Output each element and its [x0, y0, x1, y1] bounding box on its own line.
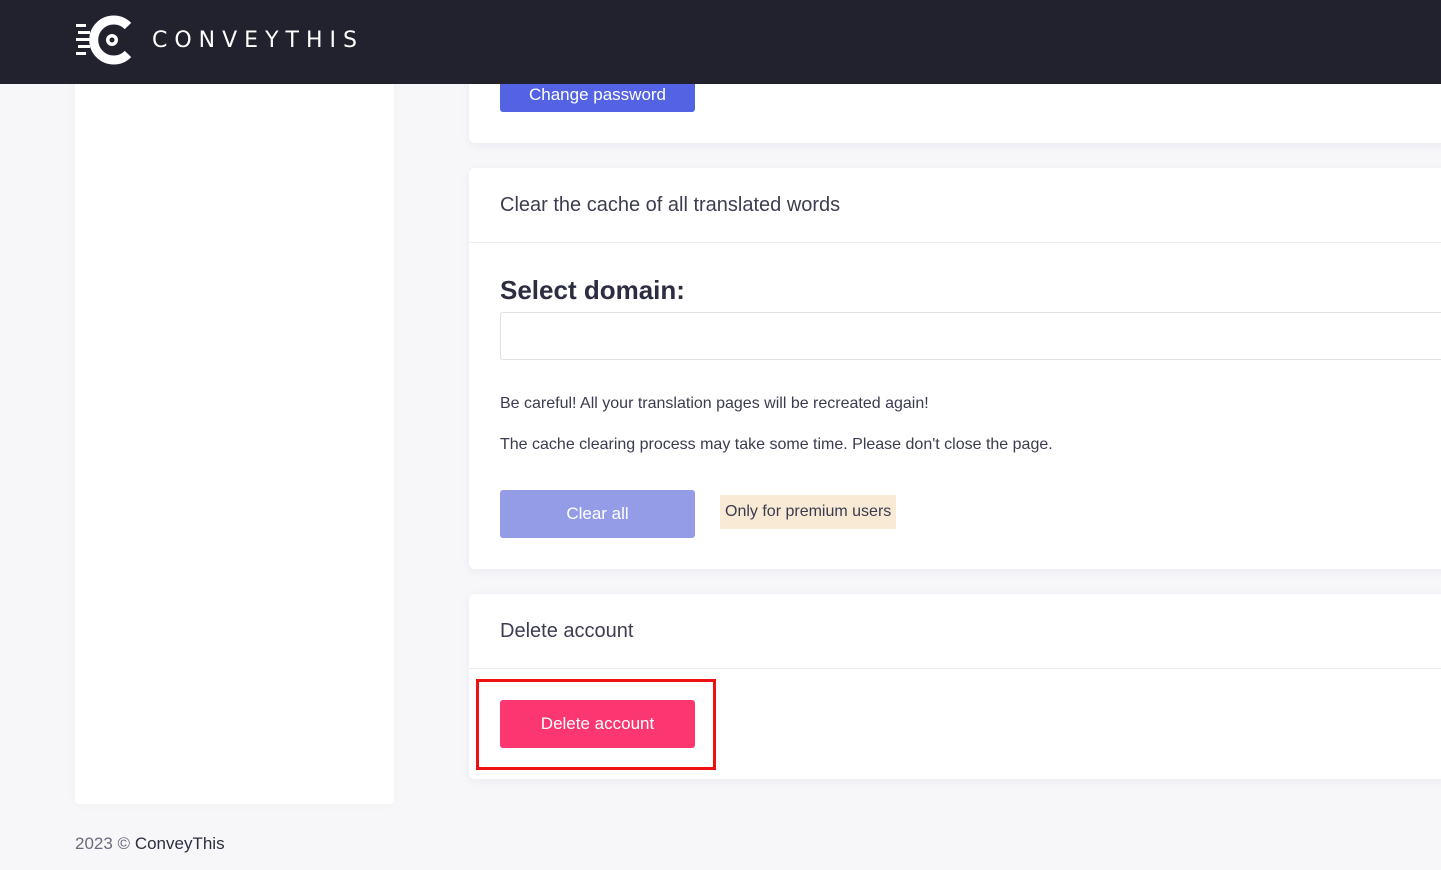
select-domain-label: Select domain: [500, 275, 685, 305]
delete-account-title: Delete account [469, 594, 1441, 669]
domain-select[interactable] [500, 312, 1441, 360]
logo-text: CONVEYTHIS [152, 27, 364, 53]
footer-brand-link[interactable]: ConveyThis [135, 834, 225, 853]
clear-all-button[interactable]: Clear all [500, 490, 695, 538]
conveythis-logo-icon [76, 15, 132, 65]
logo[interactable]: CONVEYTHIS [76, 14, 364, 66]
clear-cache-title: Clear the cache of all translated words [469, 168, 1441, 243]
footer: 2023 © ConveyThis [75, 834, 225, 854]
clear-cache-card: Clear the cache of all translated words … [469, 168, 1441, 569]
top-navbar: CONVEYTHIS [0, 0, 1441, 84]
cache-process-note: The cache clearing process may take some… [500, 436, 1053, 453]
delete-account-button[interactable]: Delete account [500, 700, 695, 748]
delete-account-card: Delete account Delete account [469, 594, 1441, 779]
sidebar-panel [75, 60, 394, 804]
premium-only-badge: Only for premium users [720, 495, 897, 529]
cache-warning-text: Be careful! All your translation pages w… [500, 395, 929, 412]
footer-copyright: 2023 © [75, 834, 131, 853]
